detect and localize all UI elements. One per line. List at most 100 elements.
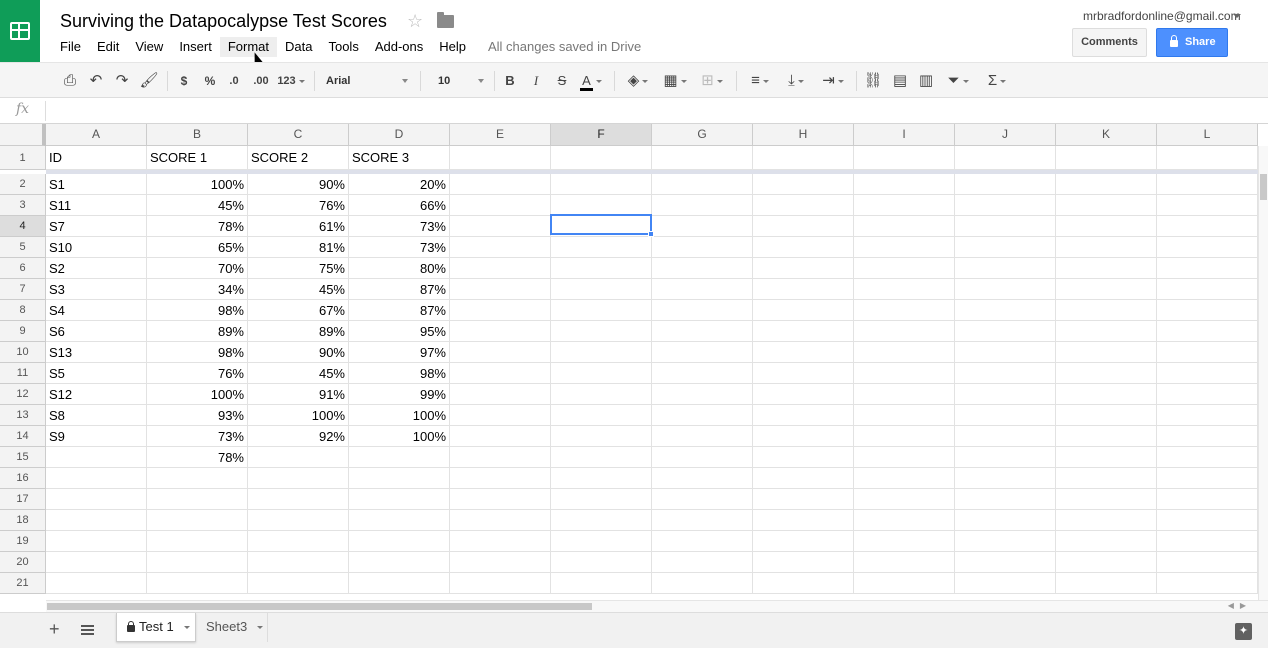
- cell-f8[interactable]: [551, 300, 652, 321]
- increase-decimal-button[interactable]: .00: [250, 71, 272, 91]
- cell-i4[interactable]: [854, 216, 955, 237]
- cell-k9[interactable]: [1056, 321, 1157, 342]
- cell-l20[interactable]: [1157, 552, 1258, 573]
- cell-k1[interactable]: [1056, 146, 1157, 170]
- chevron-down-icon[interactable]: [1233, 14, 1241, 18]
- cell-h17[interactable]: [753, 489, 854, 510]
- row-header-4[interactable]: 4: [0, 216, 46, 237]
- cell-e21[interactable]: [450, 573, 551, 594]
- cell-k18[interactable]: [1056, 510, 1157, 531]
- cell-l8[interactable]: [1157, 300, 1258, 321]
- cell-d17[interactable]: [349, 489, 450, 510]
- row-header-5[interactable]: 5: [0, 237, 46, 258]
- row-header-11[interactable]: 11: [0, 363, 46, 384]
- cell-d3[interactable]: 66%: [349, 195, 450, 216]
- cell-l21[interactable]: [1157, 573, 1258, 594]
- cell-d7[interactable]: 87%: [349, 279, 450, 300]
- cell-c13[interactable]: 100%: [248, 405, 349, 426]
- cell-a5[interactable]: S10: [46, 237, 147, 258]
- cell-e5[interactable]: [450, 237, 551, 258]
- cell-b17[interactable]: [147, 489, 248, 510]
- paint-format-icon[interactable]: 🖌: [139, 71, 159, 91]
- row-header-2[interactable]: 2: [0, 174, 46, 195]
- cell-i13[interactable]: [854, 405, 955, 426]
- cell-b9[interactable]: 89%: [147, 321, 248, 342]
- cell-h21[interactable]: [753, 573, 854, 594]
- cell-f6[interactable]: [551, 258, 652, 279]
- cell-b1[interactable]: SCORE 1: [147, 146, 248, 170]
- cell-i1[interactable]: [854, 146, 955, 170]
- cell-i5[interactable]: [854, 237, 955, 258]
- cell-f18[interactable]: [551, 510, 652, 531]
- horizontal-scrollbar[interactable]: ◀▶: [46, 600, 1268, 612]
- cell-d16[interactable]: [349, 468, 450, 489]
- cell-f7[interactable]: [551, 279, 652, 300]
- cell-j11[interactable]: [955, 363, 1056, 384]
- cell-f5[interactable]: [551, 237, 652, 258]
- column-header-i[interactable]: I: [854, 124, 955, 146]
- borders-icon[interactable]: ▦: [660, 71, 690, 91]
- row-header-15[interactable]: 15: [0, 447, 46, 468]
- decrease-decimal-button[interactable]: .0: [225, 71, 243, 91]
- cell-g7[interactable]: [652, 279, 753, 300]
- cell-d20[interactable]: [349, 552, 450, 573]
- column-header-b[interactable]: B: [147, 124, 248, 146]
- bold-button[interactable]: B: [502, 71, 518, 91]
- cell-f16[interactable]: [551, 468, 652, 489]
- cell-g12[interactable]: [652, 384, 753, 405]
- cell-b5[interactable]: 65%: [147, 237, 248, 258]
- menu-help[interactable]: Help: [431, 37, 474, 57]
- cell-i14[interactable]: [854, 426, 955, 447]
- frozen-row-divider[interactable]: [46, 170, 1258, 174]
- cell-e1[interactable]: [450, 146, 551, 170]
- cell-e18[interactable]: [450, 510, 551, 531]
- cell-k7[interactable]: [1056, 279, 1157, 300]
- cell-j10[interactable]: [955, 342, 1056, 363]
- cell-j7[interactable]: [955, 279, 1056, 300]
- cell-j18[interactable]: [955, 510, 1056, 531]
- cell-f17[interactable]: [551, 489, 652, 510]
- cell-j1[interactable]: [955, 146, 1056, 170]
- cell-e7[interactable]: [450, 279, 551, 300]
- cell-j9[interactable]: [955, 321, 1056, 342]
- vertical-scroll-thumb[interactable]: [1260, 174, 1267, 200]
- cell-e15[interactable]: [450, 447, 551, 468]
- cell-a18[interactable]: [46, 510, 147, 531]
- row-header-13[interactable]: 13: [0, 405, 46, 426]
- cell-b8[interactable]: 98%: [147, 300, 248, 321]
- row-header-8[interactable]: 8: [0, 300, 46, 321]
- cell-l2[interactable]: [1157, 174, 1258, 195]
- cell-d21[interactable]: [349, 573, 450, 594]
- cell-l1[interactable]: [1157, 146, 1258, 170]
- cell-g9[interactable]: [652, 321, 753, 342]
- cell-i12[interactable]: [854, 384, 955, 405]
- cell-h3[interactable]: [753, 195, 854, 216]
- cell-k15[interactable]: [1056, 447, 1157, 468]
- cell-b4[interactable]: 78%: [147, 216, 248, 237]
- cell-k11[interactable]: [1056, 363, 1157, 384]
- cell-l17[interactable]: [1157, 489, 1258, 510]
- cell-c1[interactable]: SCORE 2: [248, 146, 349, 170]
- cell-b21[interactable]: [147, 573, 248, 594]
- cell-k2[interactable]: [1056, 174, 1157, 195]
- insert-link-icon[interactable]: ⛓: [863, 71, 883, 91]
- explore-icon[interactable]: ✦: [1235, 623, 1252, 640]
- cell-a17[interactable]: [46, 489, 147, 510]
- cell-k8[interactable]: [1056, 300, 1157, 321]
- cell-d2[interactable]: 20%: [349, 174, 450, 195]
- cell-h13[interactable]: [753, 405, 854, 426]
- cell-h20[interactable]: [753, 552, 854, 573]
- cell-h1[interactable]: [753, 146, 854, 170]
- cell-e16[interactable]: [450, 468, 551, 489]
- cell-j4[interactable]: [955, 216, 1056, 237]
- cell-a14[interactable]: S9: [46, 426, 147, 447]
- text-color-button[interactable]: A: [578, 71, 604, 91]
- cell-h7[interactable]: [753, 279, 854, 300]
- cell-c20[interactable]: [248, 552, 349, 573]
- more-formats-button[interactable]: 123: [276, 71, 306, 91]
- row-header-7[interactable]: 7: [0, 279, 46, 300]
- menu-file[interactable]: File: [52, 37, 89, 57]
- cell-h6[interactable]: [753, 258, 854, 279]
- cell-g15[interactable]: [652, 447, 753, 468]
- column-header-h[interactable]: H: [753, 124, 854, 146]
